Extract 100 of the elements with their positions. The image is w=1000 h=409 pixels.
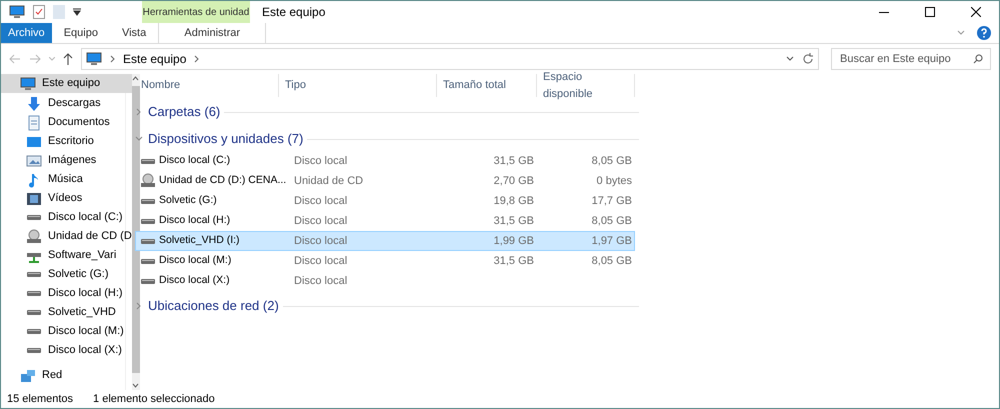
sidebar-item[interactable]: Música	[1, 170, 132, 189]
drive-icon	[27, 329, 41, 334]
file-row[interactable]: Disco local (H:) Disco local 31,5 GB 8,05 GB	[135, 211, 635, 231]
film-icon	[26, 190, 42, 206]
breadcrumb-separator-icon	[194, 55, 200, 63]
window-title: Este equipo	[262, 4, 326, 21]
address-field[interactable]: Este equipo	[81, 48, 819, 70]
file-row[interactable]: Disco local (M:) Disco local 31,5 GB 8,05 GB	[135, 251, 635, 271]
breadcrumb-separator-icon	[110, 55, 115, 63]
document-icon	[26, 114, 42, 130]
table-cell-text: 1,99 GB	[494, 234, 534, 249]
sidebar-item[interactable]: Disco local (H:)	[1, 284, 132, 303]
sidebar-item[interactable]: Disco local (X:)	[1, 341, 132, 360]
drive-icon	[27, 310, 41, 315]
sidebar-item[interactable]: Documentos	[1, 113, 132, 132]
search-icon	[973, 54, 983, 64]
down-arrow-icon	[26, 96, 42, 112]
ribbon-tab[interactable]: Vista	[110, 23, 158, 43]
maximize-icon	[925, 7, 935, 17]
context-tab-header: Herramientas de unidad	[142, 1, 250, 23]
history-dropdown-icon[interactable]	[786, 56, 794, 62]
drive-icon	[141, 278, 155, 284]
table-cell-text: Unidad de CD	[293, 174, 364, 189]
expand-ribbon-icon[interactable]	[957, 30, 965, 36]
table-cell-text: 8,05 GB	[592, 214, 632, 229]
drive-name: Disco local (C:)	[159, 153, 230, 168]
up-arrow-icon[interactable]	[63, 53, 73, 65]
sidebar-item[interactable]: Software_Vari	[1, 246, 132, 265]
drive-icon	[141, 158, 155, 164]
table-cell-text: 31,5 GB	[494, 254, 534, 269]
refresh-icon[interactable]	[802, 53, 814, 65]
group-header[interactable]: Ubicaciones de red (2)	[135, 296, 279, 316]
scrollbar[interactable]	[132, 74, 140, 390]
sidebar-item[interactable]: Disco local (M:)	[1, 322, 132, 341]
drive-name: Solvetic_VHD (I:)	[159, 233, 240, 248]
computer-icon	[20, 76, 36, 92]
cd-drive-icon	[26, 228, 42, 244]
status-text: 1 elemento seleccionado	[93, 392, 215, 407]
sidebar-item[interactable]: Este equipo	[1, 74, 132, 93]
group-header[interactable]: Carpetas (6)	[135, 102, 220, 122]
column-header[interactable]: Tamaño total	[437, 74, 537, 97]
drive-icon	[141, 238, 155, 244]
table-cell-text: 31,5 GB	[494, 154, 534, 169]
drive-icon	[141, 218, 155, 224]
column-header[interactable]: Tipo	[279, 74, 437, 97]
close-icon	[971, 7, 981, 17]
drive-name: Unidad de CD (D:) CENA...	[159, 173, 286, 188]
sidebar-item[interactable]: Solvetic_VHD	[1, 303, 132, 322]
chevron-down-icon[interactable]	[135, 135, 143, 143]
table-cell-text: 8,05 GB	[592, 254, 632, 269]
image-icon	[26, 152, 42, 168]
file-row[interactable]: Disco local (X:) Disco local	[135, 271, 635, 291]
table-cell-text: Disco local	[293, 274, 348, 289]
drive-icon	[27, 291, 41, 296]
breadcrumb[interactable]: Este equipo	[123, 50, 186, 68]
scroll-up-icon[interactable]	[132, 76, 140, 81]
search-field[interactable]: Buscar en Este equipo	[831, 48, 991, 70]
sidebar-item[interactable]: Imágenes	[1, 151, 132, 170]
sidebar-item[interactable]: Descargas	[1, 94, 132, 113]
network-icon	[20, 368, 36, 384]
table-cell-text: 2,70 GB	[494, 174, 534, 189]
file-row[interactable]: Solvetic_VHD (I:) Disco local 1,99 GB 1,97 GB	[135, 231, 635, 251]
drive-icon	[141, 258, 155, 264]
table-cell-text: Disco local	[293, 254, 348, 269]
sidebar-item[interactable]: Vídeos	[1, 189, 132, 208]
sidebar-item[interactable]: Unidad de CD (D	[1, 227, 132, 246]
table-cell-text: 19,8 GB	[494, 194, 534, 209]
properties-icon[interactable]	[33, 5, 45, 19]
help-icon[interactable]	[977, 26, 991, 40]
ribbon-tab[interactable]: Administrar	[158, 23, 266, 43]
table-cell-text: 31,5 GB	[494, 214, 534, 229]
sidebar-item[interactable]: Red	[1, 366, 132, 385]
table-cell-text: Disco local	[293, 194, 348, 209]
table-cell-text: 8,05 GB	[592, 154, 632, 169]
chevron-right-icon[interactable]	[135, 108, 143, 116]
sidebar-item[interactable]: Escritorio	[1, 132, 132, 151]
group-header[interactable]: Dispositivos y unidades (7)	[135, 129, 304, 149]
ribbon-tab[interactable]: Archivo	[1, 23, 52, 43]
chevron-right-icon[interactable]	[135, 302, 143, 310]
file-row[interactable]: Solvetic (G:) Disco local 19,8 GB 17,7 GB	[135, 191, 635, 211]
table-cell-text: Disco local	[293, 154, 348, 169]
drive-icon	[27, 272, 41, 277]
table-cell-text: 17,7 GB	[592, 194, 632, 209]
computer-icon	[9, 4, 25, 20]
sidebar-item[interactable]: Solvetic (G:)	[1, 265, 132, 284]
column-header[interactable]: Espacio disponible	[537, 74, 635, 97]
column-header[interactable]: Nombre	[135, 74, 279, 97]
drive-icon	[141, 198, 155, 204]
scroll-down-icon[interactable]	[132, 383, 140, 388]
table-cell-text: 0 bytes	[596, 174, 632, 189]
drive-name: Disco local (M:)	[159, 253, 232, 268]
file-row[interactable]: Unidad de CD (D:) CENA... Unidad de CD 2,70 GB 0 bytes	[135, 171, 635, 191]
status-text: 15 elementos	[7, 392, 74, 407]
table-cell-text: Disco local	[293, 214, 348, 229]
dropdown-caret-icon[interactable]	[73, 8, 81, 16]
drive-name: Disco local (X:)	[159, 273, 230, 288]
drive-icon	[27, 215, 41, 220]
ribbon-tab[interactable]: Equipo	[52, 23, 110, 43]
file-row[interactable]: Disco local (C:) Disco local 31,5 GB 8,05 GB	[135, 151, 635, 171]
sidebar-item[interactable]: Disco local (C:)	[1, 208, 132, 227]
